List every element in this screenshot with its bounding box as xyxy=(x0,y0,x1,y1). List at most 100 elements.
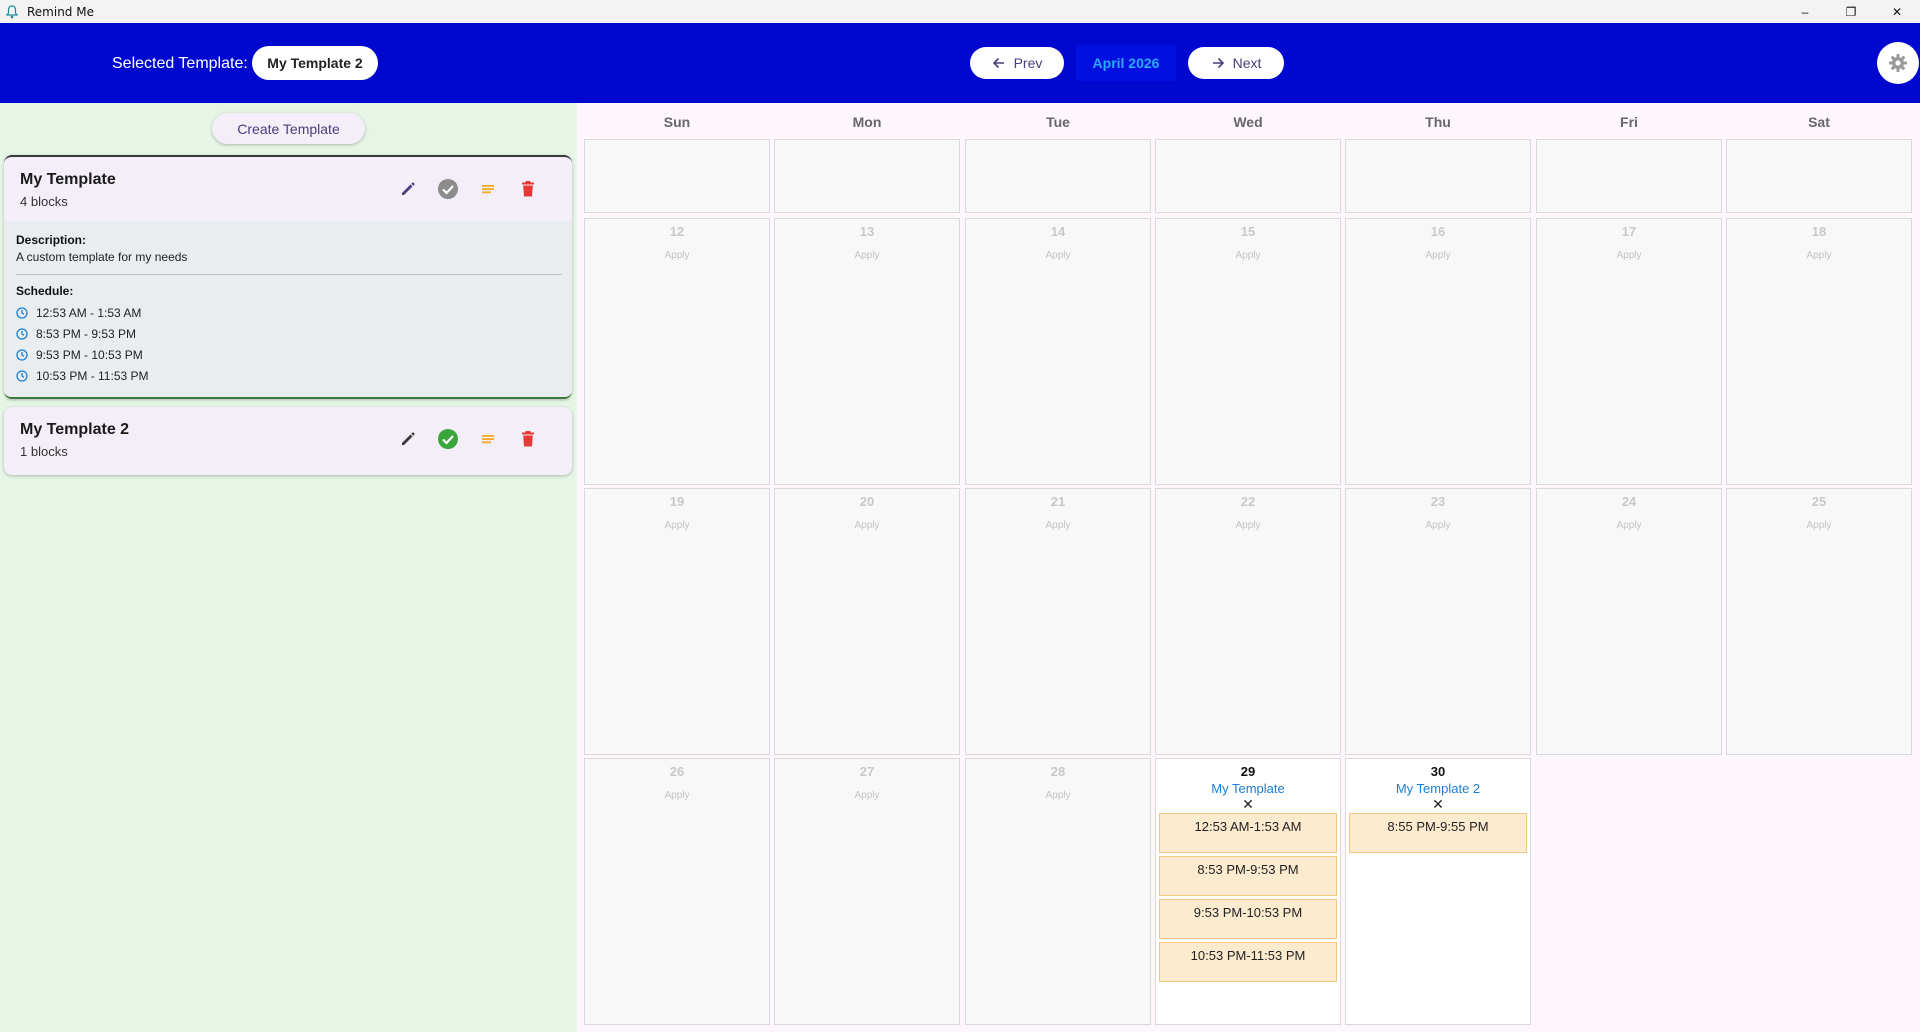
assigned-template-name[interactable]: My Template xyxy=(1156,781,1340,796)
bell-people-icon xyxy=(5,4,19,18)
edit-template-button[interactable] xyxy=(396,177,420,201)
delete-template-button[interactable] xyxy=(516,177,540,201)
template-details-button[interactable] xyxy=(476,427,500,451)
schedule-time: 10:53 PM - 11:53 PM xyxy=(36,368,149,383)
calendar-day-cell[interactable]: 14 Apply xyxy=(965,218,1151,485)
template-card[interactable]: My Template 2 1 blocks xyxy=(4,407,572,475)
schedule-time: 12:53 AM - 1:53 AM xyxy=(36,305,142,320)
calendar-day-cell[interactable]: 21 Apply xyxy=(965,488,1151,755)
template-card[interactable]: My Template 4 blocks Description: A cust… xyxy=(4,155,572,399)
apply-template-link[interactable]: Apply xyxy=(1156,250,1340,261)
next-month-label: Next xyxy=(1232,55,1262,71)
remove-template-button[interactable]: ✕ xyxy=(1346,796,1530,813)
details-divider xyxy=(16,274,562,275)
template-card-header[interactable]: My Template 4 blocks xyxy=(4,157,572,221)
calendar-day-cell[interactable]: 17 Apply xyxy=(1536,218,1722,485)
apply-template-link[interactable]: Apply xyxy=(1346,250,1530,261)
window-controls: – ❐ ✕ xyxy=(1782,0,1920,23)
apply-template-link[interactable]: Apply xyxy=(775,250,959,261)
apply-template-link[interactable]: Apply xyxy=(1537,520,1721,531)
calendar-day-cell[interactable]: 16 Apply xyxy=(1345,218,1531,485)
time-block[interactable]: 10:53 PM-11:53 PM xyxy=(1159,942,1337,982)
template-actions xyxy=(396,177,540,201)
apply-template-link[interactable]: Apply xyxy=(1537,250,1721,261)
apply-template-link[interactable]: Apply xyxy=(1156,520,1340,531)
weekday-label: Fri xyxy=(1620,114,1638,130)
arrow-left-icon xyxy=(992,57,1004,69)
calendar-day-cell[interactable]: 15 Apply xyxy=(1155,218,1341,485)
template-card-header[interactable]: My Template 2 1 blocks xyxy=(4,407,572,471)
calendar-day-cell[interactable] xyxy=(1726,139,1912,213)
remove-template-button[interactable]: ✕ xyxy=(1156,796,1340,813)
check-circle-icon xyxy=(438,429,458,449)
calendar-day-cell[interactable]: 23 Apply xyxy=(1345,488,1531,755)
apply-template-link[interactable]: Apply xyxy=(966,250,1150,261)
assigned-template-name[interactable]: My Template 2 xyxy=(1346,781,1530,796)
calendar-day-cell[interactable]: 18 Apply xyxy=(1726,218,1912,485)
apply-template-link[interactable]: Apply xyxy=(585,520,769,531)
settings-button[interactable] xyxy=(1877,42,1919,84)
calendar-day-cell[interactable]: 22 Apply xyxy=(1155,488,1341,755)
calendar-day-cell[interactable] xyxy=(774,139,960,213)
calendar-day-cell[interactable] xyxy=(965,139,1151,213)
apply-template-link[interactable]: Apply xyxy=(966,790,1150,801)
calendar-day-cell[interactable]: 24 Apply xyxy=(1536,488,1722,755)
calendar-day-cell[interactable]: 25 Apply xyxy=(1726,488,1912,755)
create-template-button[interactable]: Create Template xyxy=(212,113,365,144)
apply-template-link[interactable]: Apply xyxy=(1727,250,1911,261)
apply-template-link[interactable]: Apply xyxy=(585,790,769,801)
weekday-label: Mon xyxy=(852,114,882,130)
schedule-item: 9:53 PM - 10:53 PM xyxy=(16,344,560,365)
calendar-day-cell[interactable] xyxy=(1345,139,1531,213)
template-block-count: 1 blocks xyxy=(20,444,68,459)
select-template-button[interactable] xyxy=(436,177,460,201)
calendar-day-cell[interactable]: 20 Apply xyxy=(774,488,960,755)
select-template-button[interactable] xyxy=(436,427,460,451)
calendar-day-cell[interactable] xyxy=(1536,139,1722,213)
time-block[interactable]: 9:53 PM-10:53 PM xyxy=(1159,899,1337,939)
apply-template-link[interactable]: Apply xyxy=(775,520,959,531)
edit-template-button[interactable] xyxy=(396,427,420,451)
list-lines-icon xyxy=(482,435,494,444)
time-block[interactable]: 8:55 PM-9:55 PM xyxy=(1349,813,1527,853)
month-calendar: Sun Mon Tue Wed Thu Fri Sat 12 Apply 13 … xyxy=(577,103,1920,1032)
calendar-day-cell[interactable] xyxy=(584,139,770,213)
calendar-day-cell-assigned[interactable]: 30 My Template 2 ✕ 8:55 PM-9:55 PM xyxy=(1345,758,1531,1025)
template-details-button[interactable] xyxy=(476,177,500,201)
day-number: 22 xyxy=(1240,494,1256,509)
calendar-day-cell[interactable]: 12 Apply xyxy=(584,218,770,485)
day-number: 18 xyxy=(1811,224,1827,239)
clock-icon xyxy=(16,369,28,382)
description-text: A custom template for my needs xyxy=(16,250,188,264)
day-number: 23 xyxy=(1430,494,1446,509)
window-titlebar: Remind Me – ❐ ✕ xyxy=(0,0,1920,23)
calendar-day-cell[interactable]: 26 Apply xyxy=(584,758,770,1025)
delete-template-button[interactable] xyxy=(516,427,540,451)
calendar-day-cell[interactable] xyxy=(1155,139,1341,213)
calendar-day-cell[interactable]: 13 Apply xyxy=(774,218,960,485)
minimize-button[interactable]: – xyxy=(1782,0,1828,23)
apply-template-link[interactable]: Apply xyxy=(775,790,959,801)
time-block[interactable]: 12:53 AM-1:53 AM xyxy=(1159,813,1337,853)
time-block[interactable]: 8:53 PM-9:53 PM xyxy=(1159,856,1337,896)
trash-icon xyxy=(522,181,534,197)
calendar-day-cell[interactable]: 27 Apply xyxy=(774,758,960,1025)
maximize-button[interactable]: ❐ xyxy=(1828,0,1874,23)
apply-template-link[interactable]: Apply xyxy=(1727,520,1911,531)
close-window-button[interactable]: ✕ xyxy=(1874,0,1920,23)
prev-month-label: Prev xyxy=(1013,55,1043,71)
selected-template-chip[interactable]: My Template 2 xyxy=(252,46,378,80)
apply-template-link[interactable]: Apply xyxy=(966,520,1150,531)
apply-template-link[interactable]: Apply xyxy=(585,250,769,261)
calendar-day-cell[interactable]: 28 Apply xyxy=(965,758,1151,1025)
selected-template-label: Selected Template: xyxy=(112,55,248,72)
apply-template-link[interactable]: Apply xyxy=(1346,520,1530,531)
calendar-day-cell-assigned[interactable]: 29 My Template ✕ 12:53 AM-1:53 AM 8:53 P… xyxy=(1155,758,1341,1025)
calendar-day-cell[interactable]: 19 Apply xyxy=(584,488,770,755)
day-number: 17 xyxy=(1621,224,1637,239)
next-month-button[interactable]: Next xyxy=(1188,47,1284,79)
prev-month-button[interactable]: Prev xyxy=(970,47,1064,79)
templates-sidebar: Create Template My Template 4 blocks Des… xyxy=(0,103,577,1032)
minimize-icon: – xyxy=(1801,4,1809,19)
schedule-time: 9:53 PM - 10:53 PM xyxy=(36,347,143,362)
